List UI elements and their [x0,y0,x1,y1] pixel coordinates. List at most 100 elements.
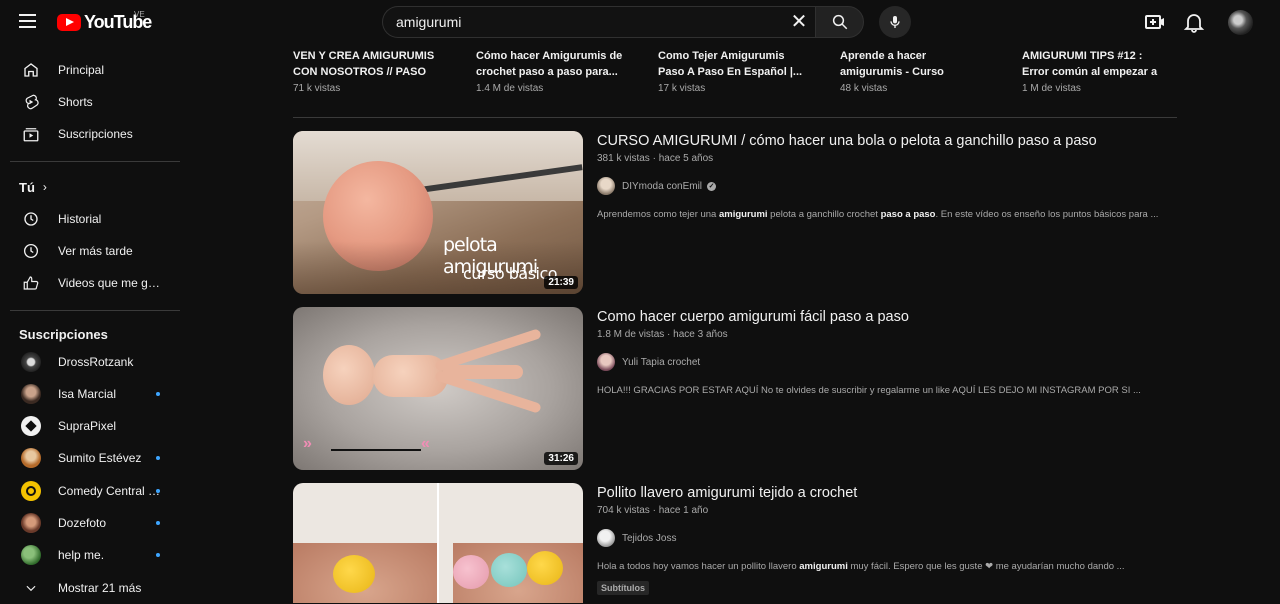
verified-icon: ✓ [707,181,717,191]
youtube-play-icon [57,14,81,31]
history-icon [19,207,43,231]
channel-link[interactable]: Tejidos Joss [597,529,676,547]
video-meta: 704 k vistas · hace 1 año [597,505,709,516]
clear-icon[interactable]: ✕ [789,12,809,32]
divider [10,310,180,311]
shelf-video-title[interactable]: Aprende a hacer amigurumis - Curso compl… [840,48,990,80]
sidebar-item-historial[interactable]: Historial [12,203,168,235]
video-meta: 381 k vistas · hace 5 años [597,153,714,164]
sidebar-item-label: Videos que me gustan [58,276,163,290]
related-shelf: VEN Y CREA AMIGURUMIS CON NOSOTROS // PA… [293,48,1177,106]
shelf-video-views: 71 k vistas [293,83,341,94]
avatar[interactable] [1228,10,1253,35]
video-thumbnail[interactable]: pelota amigurumi curso básico 21:39 [293,131,583,294]
subscriptions-heading: Suscripciones [19,327,108,342]
shelf-video-views: 1.4 M de vistas [476,83,544,94]
video-thumbnail[interactable]: » « 31:26 [293,307,583,470]
channel-avatar [19,479,43,503]
shelf-video-title[interactable]: AMIGURUMI TIPS #12 : Error común al empe… [1022,48,1162,80]
shelf-video[interactable]: Aprende a hacer amigurumis - Curso compl… [840,48,990,94]
shorts-icon [19,90,43,114]
chevron-right-icon: › [42,180,47,194]
sidebar-item-label: Principal [58,63,105,77]
video-result: » « 31:26 Como hacer cuerpo amigurumi fá… [293,307,1177,470]
masthead: YouTube VE ✕ [0,0,1280,44]
video-title[interactable]: Como hacer cuerpo amigurumi fácil paso a… [597,309,909,325]
video-title[interactable]: CURSO AMIGURUMI / cómo hacer una bola o … [597,133,1097,149]
video-title[interactable]: Pollito llavero amigurumi tejido a croch… [597,485,857,501]
you-heading: Tú [19,179,35,195]
search-input[interactable] [396,14,776,30]
video-description: Hola a todos hoy vamos hacer un pollito … [597,561,1125,572]
create-button[interactable] [1143,10,1167,34]
sidebar-sub-comedy-central[interactable]: Comedy Central Latinoamérica [12,475,168,507]
voice-search-button[interactable] [879,6,911,38]
new-content-dot [156,456,160,460]
sidebar-item-liked-videos[interactable]: Videos que me gustan [12,267,168,299]
channel-link[interactable]: Yuli Tapia crochet [597,353,700,371]
thumbs-up-icon [19,271,43,295]
sidebar-item-label: Suscripciones [58,127,133,141]
shelf-video[interactable]: Cómo hacer Amigurumis de crochet paso a … [476,48,626,94]
duration-badge: 31:26 [544,452,578,465]
channel-name: Tejidos Joss [622,532,677,544]
duration-badge: 21:39 [544,276,578,289]
channel-avatar [597,177,615,195]
notifications-button[interactable] [1182,10,1206,34]
subscriptions-icon [19,122,43,146]
channel-avatar [19,446,43,470]
sidebar-sub-sumito-estevez[interactable]: Sumito Estévez [12,442,168,474]
search-button[interactable] [815,6,864,38]
channel-link[interactable]: DIYmoda conEmil ✓ [597,177,717,195]
sidebar-sub-dozefoto[interactable]: Dozefoto [12,507,168,539]
sidebar-show-more[interactable]: Mostrar 21 más [12,572,168,604]
sidebar-item-principal[interactable]: Principal [12,54,168,86]
country-code: VE [134,10,145,19]
video-result: Pollito llavero amigurumi tejido a croch… [293,483,1177,603]
shelf-video-views: 17 k vistas [658,83,706,94]
sidebar-item-shorts[interactable]: Shorts [12,86,168,118]
sidebar-item-label: DrossRotzank [58,355,134,369]
sidebar-item-suscripciones[interactable]: Suscripciones [12,118,168,150]
sidebar-sub-isa-marcial[interactable]: Isa Marcial [12,378,168,410]
channel-avatar [19,350,43,374]
video-meta: 1.8 M de vistas · hace 3 años [597,329,728,340]
sidebar-sub-drossrotzank[interactable]: DrossRotzank [12,346,168,378]
video-result: pelota amigurumi curso básico 21:39 CURS… [293,131,1177,294]
new-content-dot [156,553,160,557]
divider [10,161,180,162]
divider [293,117,1177,118]
menu-icon[interactable] [16,10,40,34]
sidebar-item-ver-mas-tarde[interactable]: Ver más tarde [12,235,168,267]
subtitles-badge: Subtítulos [597,581,649,595]
video-description: Aprendemos como tejer una amigurumi pelo… [597,209,1159,220]
sidebar-item-label: Mostrar 21 más [58,581,142,595]
sidebar-item-label: Historial [58,212,102,226]
channel-avatar [19,543,43,567]
search-box: ✕ [382,6,815,38]
sidebar-item-label: Dozefoto [58,516,107,530]
new-content-dot [156,489,160,493]
channel-name: DIYmoda conEmil [622,180,703,192]
sidebar-item-label: Ver más tarde [58,244,133,258]
watch-later-icon [19,239,43,263]
shelf-video-title[interactable]: Como Tejer Amigurumis Paso A Paso En Esp… [658,48,808,80]
new-content-dot [156,521,160,525]
sidebar-sub-help-me[interactable]: help me. [12,539,168,571]
video-thumbnail[interactable] [293,483,583,603]
shelf-video[interactable]: VEN Y CREA AMIGURUMIS CON NOSOTROS // PA… [293,48,443,94]
search-icon [832,14,847,30]
sidebar-item-label: Sumito Estévez [58,451,142,465]
shelf-video[interactable]: AMIGURUMI TIPS #12 : Error común al empe… [1022,48,1162,94]
channel-avatar [597,353,615,371]
shelf-video-views: 48 k vistas [840,83,888,94]
shelf-video-title[interactable]: Cómo hacer Amigurumis de crochet paso a … [476,48,626,80]
sidebar-sub-suprapixel[interactable]: SupraPixel [12,410,168,442]
create-icon [1145,15,1164,29]
chevron-down-icon [19,576,43,600]
shelf-video-title[interactable]: VEN Y CREA AMIGURUMIS CON NOSOTROS // PA… [293,48,443,80]
sidebar-you-heading[interactable]: Tú › [12,171,168,203]
sidebar-item-label: Shorts [58,95,93,109]
video-description: HOLA!!! GRACIAS POR ESTAR AQUÍ No te olv… [597,385,1141,396]
shelf-video[interactable]: Como Tejer Amigurumis Paso A Paso En Esp… [658,48,808,94]
